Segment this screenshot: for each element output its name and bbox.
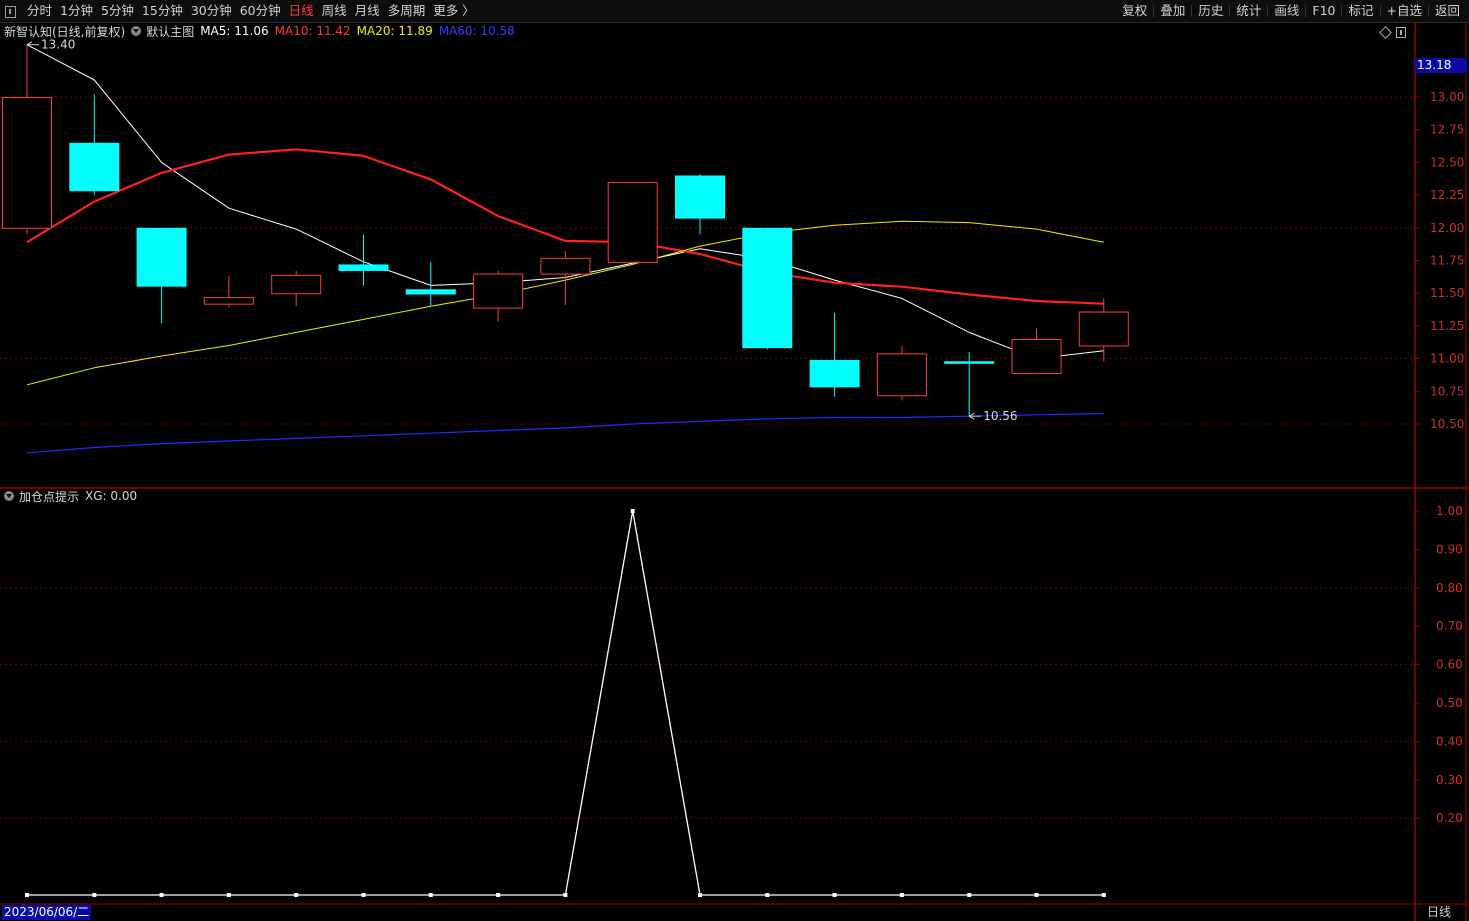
candle-body xyxy=(2,97,52,229)
xg-indicator xyxy=(25,509,1106,897)
main-tick-label: 12.75 xyxy=(1430,123,1464,137)
ma60-value: MA60: 10.58 xyxy=(438,24,515,38)
main-chart-legend: 新智认知(日线,前复权) 默认主图 MA5: 11.06 MA10: 11.42… xyxy=(4,23,521,39)
candle-3 xyxy=(203,276,254,308)
xg-point xyxy=(159,893,164,897)
cursor-date: 2023/06/06/二 xyxy=(2,905,92,920)
candle-body xyxy=(809,359,860,388)
indicator-tick-label: 0.30 xyxy=(1436,773,1463,787)
xg-point xyxy=(25,893,29,897)
main-tick-label: 10.50 xyxy=(1430,417,1464,431)
indicator-legend: 加仓点提示 XG: 0.00 xyxy=(4,488,143,504)
candle-body xyxy=(675,175,725,219)
indicator-tick-label: 1.00 xyxy=(1436,504,1463,518)
main-tick-label: 13.00 xyxy=(1430,90,1464,104)
diamond-icon[interactable] xyxy=(1379,26,1392,39)
xg-point xyxy=(563,893,568,897)
ma20-value: MA20: 11.89 xyxy=(356,24,433,38)
candle-6 xyxy=(405,261,456,307)
candle-15 xyxy=(1011,328,1062,375)
candle-body xyxy=(876,353,927,397)
candle-11 xyxy=(742,227,793,350)
ma10-value: MA10: 11.42 xyxy=(274,24,351,38)
indicator-tick-label: 0.70 xyxy=(1436,619,1463,633)
candle-7 xyxy=(473,270,524,322)
candle-13 xyxy=(876,345,927,401)
axis-ticks: 13.00 12.75 12.50 12.25 12.00 11.75 11.50 11.25… xyxy=(1415,90,1464,825)
candle-8 xyxy=(540,251,591,305)
annotation-label-1: 10.56 xyxy=(983,409,1017,423)
candle-body xyxy=(203,297,254,305)
expand-icon[interactable] xyxy=(1396,27,1406,38)
xg-line xyxy=(27,510,1104,896)
period-label: 日线 xyxy=(1427,905,1452,919)
main-tick-label: 12.00 xyxy=(1430,221,1464,235)
xg-point xyxy=(226,893,231,897)
kline-chart: 13.00 12.75 12.50 12.25 12.00 11.75 11.50 11.25… xyxy=(0,23,1469,921)
main-tick-label: 11.50 xyxy=(1430,286,1464,300)
indicator-tick-label: 0.40 xyxy=(1436,734,1463,748)
candle-body xyxy=(69,142,120,192)
xg-point xyxy=(428,893,433,897)
xg-point xyxy=(899,893,904,897)
indicator-title[interactable]: 加仓点提示 xyxy=(19,488,79,505)
chart-controls xyxy=(1379,25,1406,39)
candle-body xyxy=(944,361,995,364)
ma-line-ma5 xyxy=(26,44,1104,360)
candle-2 xyxy=(136,227,187,324)
main-tick-label: 12.50 xyxy=(1430,155,1464,169)
candle-1 xyxy=(69,94,120,196)
indicator-tick-label: 0.20 xyxy=(1436,811,1463,825)
indicator-tick-label: 0.50 xyxy=(1436,696,1463,710)
ma-line-ma60 xyxy=(26,412,1104,454)
xg-point xyxy=(361,893,366,897)
stock-title[interactable]: 新智认知(日线,前复权) xyxy=(4,23,125,40)
template-name[interactable]: 默认主图 xyxy=(146,23,194,40)
candle-16 xyxy=(1078,298,1129,362)
indicator-dropdown-icon[interactable] xyxy=(4,491,14,501)
indicator-value: XG: 0.00 xyxy=(85,489,138,503)
candle-body xyxy=(742,227,793,349)
moving-average-lines xyxy=(26,44,1104,454)
candle-5 xyxy=(338,234,389,286)
xg-point xyxy=(92,893,97,897)
xg-point xyxy=(698,893,702,897)
xg-point xyxy=(496,893,501,897)
main-tick-label: 11.25 xyxy=(1430,319,1464,333)
candlesticks xyxy=(2,44,1129,417)
candle-4 xyxy=(271,270,322,307)
candle-body xyxy=(338,264,389,271)
candle-12 xyxy=(809,312,860,397)
main-tick-label: 10.75 xyxy=(1430,384,1464,398)
ma5-value: MA5: 11.06 xyxy=(200,24,269,38)
xg-point xyxy=(832,893,837,897)
template-dropdown-icon[interactable] xyxy=(131,26,142,36)
indicator-tick-label: 0.80 xyxy=(1436,581,1463,595)
xg-point xyxy=(1101,893,1106,897)
xg-point xyxy=(765,893,770,897)
candle-body xyxy=(540,257,591,275)
indicator-tick-label: 0.90 xyxy=(1436,542,1463,556)
candle-body xyxy=(271,274,322,295)
annotation-label-0: 13.40 xyxy=(41,38,75,52)
xg-point xyxy=(1034,893,1039,897)
main-tick-label: 11.75 xyxy=(1430,254,1464,268)
xg-point xyxy=(630,509,635,513)
xg-point xyxy=(294,893,299,897)
candle-9 xyxy=(607,182,658,264)
candle-body xyxy=(136,227,187,287)
current-price-label: 13.18 xyxy=(1415,58,1467,73)
indicator-tick-label: 0.60 xyxy=(1436,658,1463,672)
candle-body xyxy=(1078,311,1129,347)
candle-body xyxy=(405,289,456,295)
main-tick-label: 11.00 xyxy=(1430,352,1464,366)
main-tick-label: 12.25 xyxy=(1430,188,1464,202)
candle-0 xyxy=(2,44,52,235)
xg-point xyxy=(967,893,972,897)
candle-14 xyxy=(944,352,995,417)
candle-body xyxy=(607,182,658,263)
candle-body xyxy=(1011,338,1062,374)
candle-body xyxy=(473,273,524,309)
candle-10 xyxy=(675,174,725,235)
